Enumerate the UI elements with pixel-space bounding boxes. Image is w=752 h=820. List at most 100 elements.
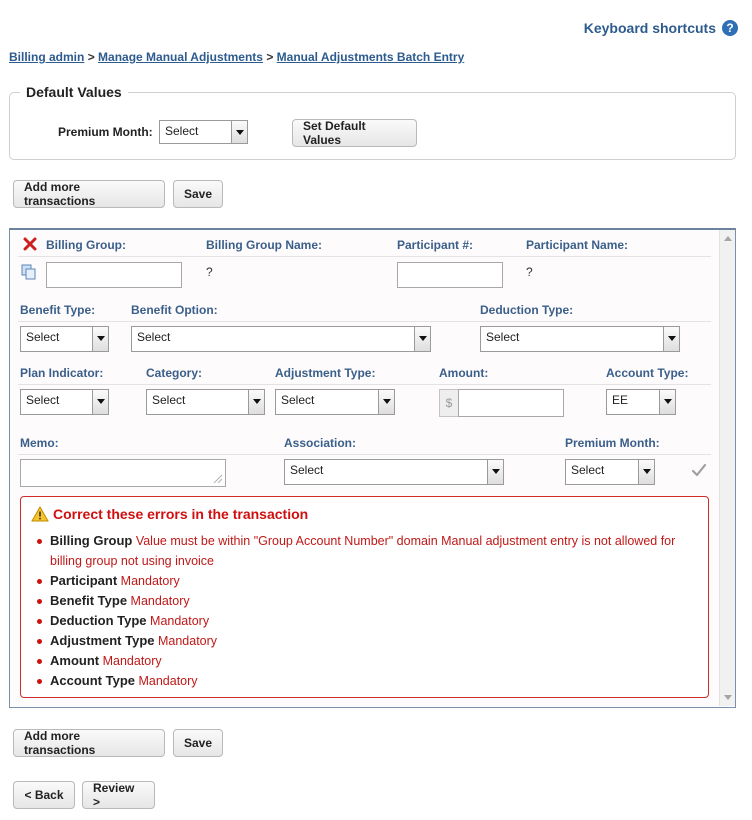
error-message: Mandatory	[120, 574, 180, 588]
default-premium-month-label: Premium Month:	[58, 125, 153, 139]
help-icon[interactable]: ?	[722, 20, 738, 36]
currency-prefix: $	[439, 389, 458, 417]
adjustment-type-select[interactable]: Select	[275, 389, 395, 415]
benefit-option-select[interactable]: Select	[131, 326, 431, 352]
error-item: Adjustment Type Mandatory	[31, 631, 706, 651]
breadcrumb-billing-admin[interactable]: Billing admin	[9, 50, 84, 64]
chevron-down-icon	[638, 460, 654, 484]
billing-group-input[interactable]	[46, 262, 182, 288]
plan-indicator-select[interactable]: Select	[20, 389, 109, 415]
chevron-down-icon	[487, 460, 503, 484]
account-type-label: Account Type:	[606, 366, 689, 380]
chevron-down-icon	[659, 390, 675, 414]
scroll-down-icon[interactable]	[724, 695, 732, 700]
premium-month-value: Select	[571, 463, 605, 477]
error-item: Account Type Mandatory	[31, 671, 706, 691]
account-type-value: EE	[612, 393, 629, 407]
category-select[interactable]: Select	[146, 389, 265, 415]
row-divider	[18, 256, 711, 257]
back-button[interactable]: < Back	[13, 781, 75, 809]
error-field: Adjustment Type	[50, 633, 155, 648]
chevron-down-icon	[92, 390, 108, 414]
checkmark-icon[interactable]	[691, 463, 707, 477]
billing-group-label: Billing Group:	[46, 238, 126, 252]
plan-indicator-label: Plan Indicator:	[20, 366, 104, 380]
error-list: Billing Group Value must be within "Grou…	[31, 531, 706, 691]
benefit-type-select[interactable]: Select	[20, 326, 109, 352]
memo-label: Memo:	[20, 436, 59, 450]
deduction-type-value: Select	[486, 330, 520, 344]
billing-group-name-value: ?	[206, 265, 213, 279]
default-premium-month-value: Select	[165, 124, 199, 138]
participant-name-label: Participant Name:	[526, 238, 629, 252]
row-divider	[18, 384, 711, 385]
adjustment-type-label: Adjustment Type:	[275, 366, 376, 380]
error-message: Mandatory	[138, 674, 198, 688]
save-button-top[interactable]: Save	[173, 180, 223, 208]
error-field: Participant	[50, 573, 118, 588]
review-button[interactable]: Review >	[82, 781, 155, 809]
breadcrumb: Billing admin > Manage Manual Adjustment…	[9, 50, 464, 64]
error-title: Correct these errors in the transaction	[53, 506, 309, 522]
amount-input[interactable]	[458, 389, 564, 417]
scroll-up-icon[interactable]	[724, 236, 732, 241]
premium-month-select[interactable]: Select	[565, 459, 655, 485]
chevron-down-icon	[231, 121, 247, 143]
error-item: Deduction Type Mandatory	[31, 611, 706, 631]
participant-name-value: ?	[526, 265, 533, 279]
account-type-select[interactable]: EE	[606, 389, 676, 415]
keyboard-shortcuts-link[interactable]: Keyboard shortcuts ?	[584, 20, 738, 36]
memo-textarea[interactable]	[20, 459, 226, 487]
breadcrumb-batch-entry[interactable]: Manual Adjustments Batch Entry	[277, 50, 465, 64]
chevron-down-icon	[92, 327, 108, 351]
error-message: Mandatory	[130, 594, 190, 608]
transaction-panel: Billing Group: Billing Group Name: Parti…	[9, 228, 736, 708]
breadcrumb-manage-manual-adjustments[interactable]: Manage Manual Adjustments	[98, 50, 263, 64]
error-field: Benefit Type	[50, 593, 128, 608]
row-divider	[18, 454, 711, 455]
error-summary: Correct these errors in the transaction …	[20, 496, 709, 698]
premium-month-label: Premium Month:	[565, 436, 660, 450]
resize-handle-icon[interactable]	[213, 474, 223, 484]
deduction-type-label: Deduction Type:	[480, 303, 574, 317]
benefit-type-value: Select	[26, 330, 60, 344]
association-value: Select	[290, 463, 324, 477]
add-more-transactions-button-bottom[interactable]: Add more transactions	[13, 729, 165, 757]
category-value: Select	[152, 393, 186, 407]
error-message: Mandatory	[150, 614, 210, 628]
deduction-type-select[interactable]: Select	[480, 326, 680, 352]
keyboard-shortcuts-label[interactable]: Keyboard shortcuts	[584, 20, 716, 36]
panel-scrollbar[interactable]	[719, 230, 735, 706]
error-message: Value must be within "Group Account Numb…	[50, 534, 676, 568]
billing-group-name-label: Billing Group Name:	[206, 238, 323, 252]
category-label: Category:	[146, 366, 203, 380]
adjustment-type-value: Select	[281, 393, 315, 407]
chevron-down-icon	[663, 327, 679, 351]
error-item: Amount Mandatory	[31, 651, 706, 671]
copy-icon[interactable]	[21, 264, 37, 280]
warning-icon	[31, 506, 49, 522]
default-premium-month-select[interactable]: Select	[159, 120, 248, 144]
error-message: Mandatory	[102, 654, 162, 668]
error-item: Benefit Type Mandatory	[31, 591, 706, 611]
error-item: Billing Group Value must be within "Grou…	[31, 531, 706, 571]
breadcrumb-separator: >	[266, 50, 274, 64]
save-button-bottom[interactable]: Save	[173, 729, 223, 757]
benefit-option-label: Benefit Option:	[131, 303, 218, 317]
delete-icon[interactable]	[23, 237, 37, 251]
association-select[interactable]: Select	[284, 459, 504, 485]
error-field: Amount	[50, 653, 100, 668]
chevron-down-icon	[248, 390, 264, 414]
row-divider	[18, 321, 711, 322]
chevron-down-icon	[414, 327, 430, 351]
default-values-legend: Default Values	[20, 84, 128, 100]
plan-indicator-value: Select	[26, 393, 60, 407]
add-more-transactions-button-top[interactable]: Add more transactions	[13, 180, 165, 208]
benefit-option-value: Select	[137, 330, 171, 344]
association-label: Association:	[284, 436, 357, 450]
participant-number-input[interactable]	[397, 262, 503, 288]
breadcrumb-separator: >	[87, 50, 95, 64]
set-default-values-button[interactable]: Set Default Values	[292, 119, 417, 147]
chevron-down-icon	[378, 390, 394, 414]
error-field: Account Type	[50, 673, 135, 688]
